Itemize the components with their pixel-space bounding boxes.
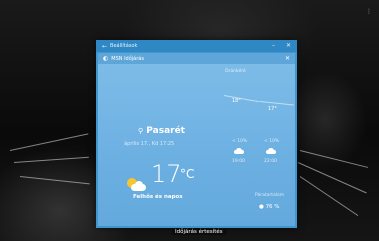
location-row: ⚲ Pasarét bbox=[138, 126, 185, 136]
wallpaper-whisker bbox=[297, 162, 367, 194]
minimize-icon[interactable]: – bbox=[272, 42, 275, 49]
weather-window: ◐ MSN Időjárás ✕ Óránként 18° 17° < 10% … bbox=[98, 53, 295, 226]
droplet-icon: ● bbox=[259, 204, 264, 210]
close-icon[interactable]: ✕ bbox=[285, 55, 290, 62]
sun-cloud-icon bbox=[126, 178, 146, 192]
settings-window-title: Beállítások bbox=[110, 43, 138, 49]
humidity-value: 76 % bbox=[265, 204, 280, 210]
forecast-time: 19:00 bbox=[232, 159, 245, 164]
humidity-row: ● 76 % bbox=[259, 204, 280, 210]
wallpaper-whisker bbox=[9, 133, 89, 151]
wallpaper-whisker bbox=[19, 176, 90, 185]
weather-window-title: MSN Időjárás bbox=[111, 55, 144, 62]
close-icon[interactable]: ✕ bbox=[286, 42, 291, 49]
hourly-chart-line bbox=[223, 95, 260, 103]
settings-titlebar[interactable]: ← Beállítások – ✕ bbox=[96, 40, 297, 52]
wallpaper-whisker bbox=[299, 176, 359, 217]
temperature-unit: °C bbox=[180, 167, 195, 181]
forecast-time: 22:00 bbox=[264, 159, 277, 164]
cloud-icon bbox=[266, 148, 276, 154]
wallpaper-whisker bbox=[13, 156, 89, 163]
forecast-chance: < 10% bbox=[232, 139, 248, 144]
hourly-point-label: 17° bbox=[268, 106, 277, 112]
hourly-chart-line bbox=[259, 101, 294, 106]
hourly-label: Óránként bbox=[225, 69, 246, 74]
location-pin-icon: ⚲ bbox=[138, 127, 144, 135]
wallpaper-whisker bbox=[299, 150, 369, 168]
back-arrow-icon[interactable]: ← bbox=[102, 43, 107, 50]
hourly-point-label: 18° bbox=[232, 98, 241, 104]
current-temperature: 17 bbox=[151, 160, 182, 188]
settings-window: ← Beállítások – ✕ ◐ MSN Időjárás ✕ Óránk… bbox=[96, 40, 297, 228]
cloud-icon bbox=[234, 148, 244, 154]
taskbar-weather-label[interactable]: Időjárás értesítés bbox=[172, 229, 226, 235]
weather-titlebar[interactable]: ◐ MSN Időjárás ✕ bbox=[98, 53, 295, 64]
weather-datetime: április 17., Kd 17:25 bbox=[124, 141, 175, 147]
humidity-label: Páratartalom bbox=[255, 193, 285, 198]
more-options-icon[interactable]: ⋮ bbox=[366, 9, 372, 15]
weather-condition: Felhős és napos bbox=[133, 194, 183, 200]
forecast-chance: < 10% bbox=[264, 139, 280, 144]
location-name: Pasarét bbox=[146, 126, 185, 136]
msn-weather-icon: ◐ bbox=[103, 55, 109, 62]
